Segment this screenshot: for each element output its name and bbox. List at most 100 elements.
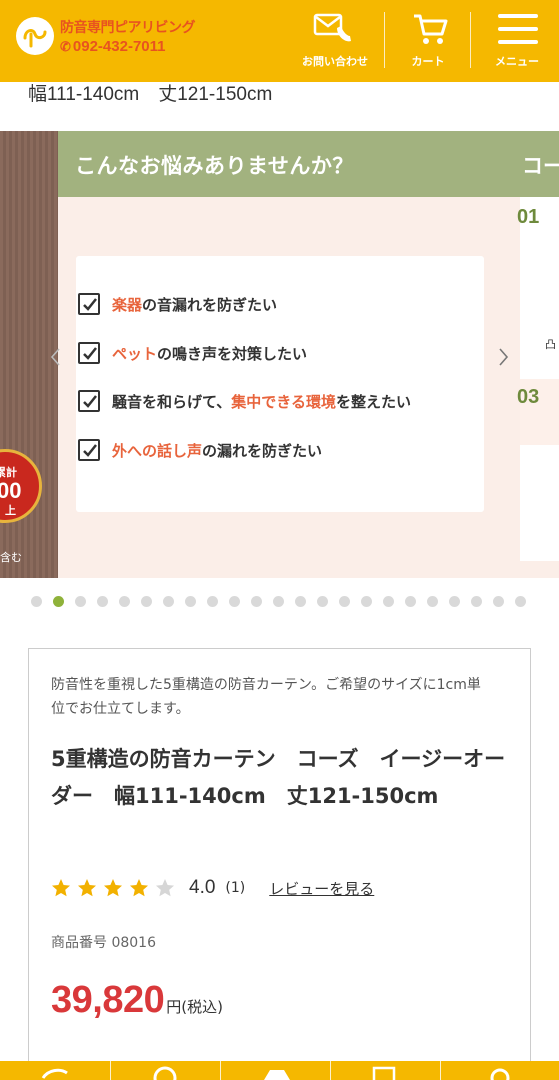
pagination-dot[interactable] bbox=[31, 596, 42, 607]
pagination-dot[interactable] bbox=[449, 596, 460, 607]
product-info: 防音性を重視した5重構造の防音カーテン。ご希望のサイズに1cm単位でお仕立てしま… bbox=[28, 648, 531, 1080]
phone-text: 092-432-7011 bbox=[72, 38, 166, 55]
star-filled-icon bbox=[104, 879, 122, 897]
pagination-dot[interactable] bbox=[273, 596, 284, 607]
pagination-dot[interactable] bbox=[339, 596, 350, 607]
pagination-dot[interactable] bbox=[251, 596, 262, 607]
star-filled-icon bbox=[78, 879, 96, 897]
step-number: 01 bbox=[517, 206, 540, 228]
phone-number[interactable]: ✆ 092-432-7011 bbox=[60, 38, 166, 55]
check-text: の音漏れを防ぎたい bbox=[142, 295, 278, 314]
slide-title-bar: こんなお悩みありませんか？ bbox=[58, 131, 520, 197]
worries-slide: こんなお悩みありませんか？ 楽器 の音漏れを防ぎたい ペット の鳴き声を対策したい … bbox=[58, 131, 520, 578]
star-rating bbox=[51, 878, 181, 898]
check-highlight: 集中できる環境 bbox=[231, 392, 336, 411]
check-highlight: 楽器 bbox=[112, 295, 143, 314]
price: 39,820 bbox=[51, 979, 165, 1021]
pagination-dot[interactable] bbox=[97, 596, 108, 607]
next-slide[interactable]: コー 01 凸 03 bbox=[517, 131, 559, 578]
check-item: 楽器 の音漏れを防ぎたい bbox=[78, 291, 277, 317]
checkbox-icon bbox=[78, 439, 100, 461]
pagination-dot[interactable] bbox=[119, 596, 130, 607]
pagination-dot[interactable] bbox=[493, 596, 504, 607]
badge-bottom: 上 bbox=[5, 504, 16, 517]
pagination-dot[interactable] bbox=[383, 596, 394, 607]
pagination-dot[interactable] bbox=[185, 596, 196, 607]
chevron-right-icon[interactable] bbox=[494, 345, 514, 369]
review-link[interactable]: レビューを見る bbox=[269, 878, 374, 899]
phone-icon: ✆ bbox=[60, 39, 71, 54]
pagination-dot[interactable] bbox=[471, 596, 482, 607]
product-name: 5重構造の防音カーテン コーズ イージーオーダー 幅111-140cm 丈121… bbox=[51, 747, 506, 808]
review-count: (1) bbox=[225, 880, 246, 896]
pagination-dot[interactable] bbox=[427, 596, 438, 607]
pagination-dot[interactable] bbox=[229, 596, 240, 607]
search-icon bbox=[153, 1066, 177, 1080]
brand-name[interactable]: 防音専門ピアリビング bbox=[60, 17, 196, 37]
star-filled-icon bbox=[130, 879, 148, 897]
slider-pagination bbox=[31, 596, 537, 608]
user-icon bbox=[490, 1068, 510, 1080]
bottom-nav[interactable] bbox=[0, 1061, 559, 1080]
contact-icon bbox=[313, 13, 351, 42]
bottom-divider bbox=[220, 1061, 221, 1080]
next-title-bar: コー bbox=[520, 131, 559, 197]
bottom-divider bbox=[440, 1061, 441, 1080]
check-text: の漏れを防ぎたい bbox=[202, 441, 323, 460]
check-text: の鳴き声を対策したい bbox=[157, 344, 308, 363]
menu-label: メニュー bbox=[495, 55, 539, 68]
rating-row: 4.0 (1) レビューを見る bbox=[51, 875, 374, 901]
wifi-icon bbox=[41, 1068, 68, 1079]
contact-button[interactable]: お問い合わせ bbox=[290, 0, 380, 82]
check-highlight: ペット bbox=[112, 344, 158, 363]
badge-number: 00 bbox=[0, 478, 22, 503]
contact-label: お問い合わせ bbox=[302, 55, 368, 68]
star-empty-icon bbox=[156, 879, 174, 897]
check-prefix: 騒音を和らげて、 bbox=[112, 392, 232, 411]
check-highlight: 外への話し声 bbox=[112, 441, 203, 460]
badge-caption: 含む bbox=[0, 551, 22, 564]
price-row: 39,820 円(税込) bbox=[51, 979, 223, 1022]
check-text: を整えたい bbox=[335, 392, 411, 411]
checkbox-icon bbox=[78, 342, 100, 364]
document-icon bbox=[372, 1066, 396, 1080]
header-divider bbox=[470, 12, 471, 68]
check-item: 外への話し声 の漏れを防ぎたい bbox=[78, 437, 322, 463]
pagination-dot[interactable] bbox=[163, 596, 174, 607]
size-heading: 幅111-140cm 丈121-150cm bbox=[28, 84, 273, 105]
pagination-dot[interactable] bbox=[317, 596, 328, 607]
home-icon bbox=[264, 1070, 290, 1080]
pagination-dot[interactable] bbox=[361, 596, 372, 607]
chevron-left-icon[interactable] bbox=[46, 345, 66, 369]
check-item: 騒音を和らげて、 集中できる環境 を整えたい bbox=[78, 388, 411, 414]
step-number: 03 bbox=[517, 386, 540, 408]
next-panel bbox=[520, 197, 559, 561]
pagination-dot[interactable] bbox=[53, 596, 64, 607]
header-divider bbox=[384, 12, 385, 68]
next-slide-title: コー bbox=[522, 154, 559, 178]
checkbox-icon bbox=[78, 293, 100, 315]
pagination-dot[interactable] bbox=[295, 596, 306, 607]
pagination-dot[interactable] bbox=[405, 596, 416, 607]
cart-button[interactable]: カート bbox=[388, 0, 468, 82]
pagination-dot[interactable] bbox=[207, 596, 218, 607]
cart-label: カート bbox=[411, 55, 445, 68]
pagination-dot[interactable] bbox=[141, 596, 152, 607]
menu-icon bbox=[498, 14, 538, 44]
rating-value: 4.0 bbox=[189, 877, 216, 898]
check-item: ペット の鳴き声を対策したい bbox=[78, 340, 307, 366]
feature-slider[interactable]: 累計 00 上 含む こんなお悩みありませんか？ 楽器 の音漏れを防ぎたい ペット… bbox=[0, 131, 559, 578]
checkbox-icon bbox=[78, 390, 100, 412]
pagination-dot[interactable] bbox=[75, 596, 86, 607]
cart-icon bbox=[414, 14, 448, 44]
site-header: 防音専門ピアリビング ✆ 092-432-7011 お問い合わせ カート メニュー bbox=[0, 0, 559, 82]
menu-button[interactable]: メニュー bbox=[475, 0, 559, 82]
logo-icon[interactable] bbox=[16, 17, 54, 55]
next-glyph: 凸 bbox=[545, 338, 556, 351]
pagination-dot[interactable] bbox=[515, 596, 526, 607]
slide-title: こんなお悩みありませんか？ bbox=[75, 154, 354, 178]
price-unit: 円(税込) bbox=[166, 998, 223, 1016]
product-code: 商品番号 08016 bbox=[51, 935, 156, 951]
product-description: 防音性を重視した5重構造の防音カーテン。ご希望のサイズに1cm単位でお仕立てしま… bbox=[51, 677, 481, 717]
bottom-divider bbox=[110, 1061, 111, 1080]
